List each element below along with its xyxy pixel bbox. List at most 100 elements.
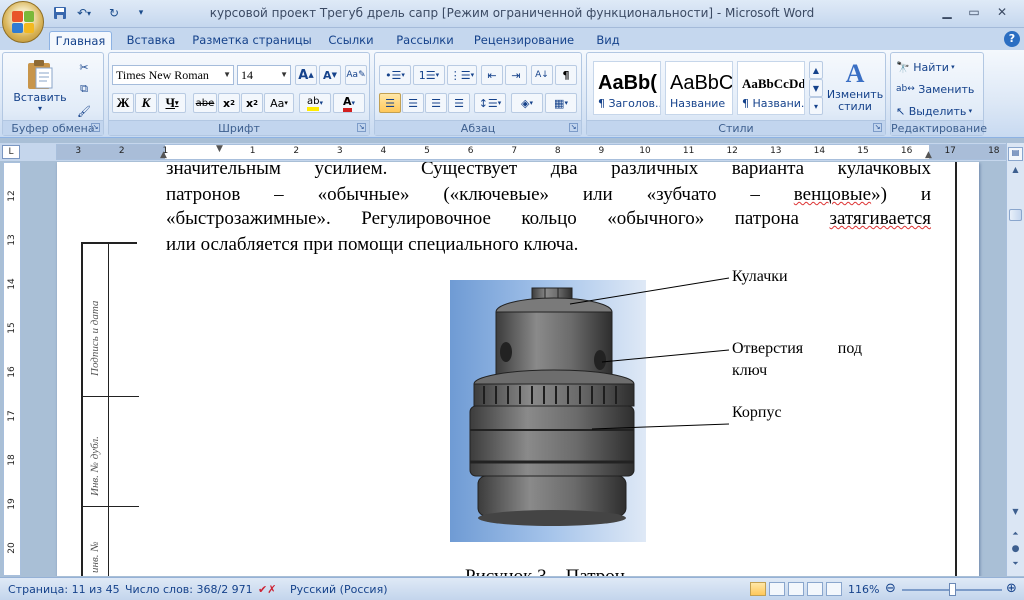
- callout-jaws: Кулачки: [732, 268, 788, 285]
- draft-icon[interactable]: [826, 582, 842, 596]
- select-button[interactable]: ↖ Выделить ▾: [895, 101, 981, 121]
- numbering-icon[interactable]: 1☰ ▾: [413, 65, 445, 85]
- scroll-down-icon[interactable]: ▼: [1008, 507, 1023, 521]
- clipboard-launcher-icon[interactable]: ↘: [91, 123, 100, 132]
- styles-scroll-up-icon[interactable]: ▲: [809, 61, 823, 79]
- previous-page-icon[interactable]: ⏶: [1008, 529, 1023, 542]
- shrink-font-icon[interactable]: A ▼: [319, 65, 341, 85]
- replace-button[interactable]: ab↔ Заменить: [895, 79, 981, 99]
- close-button[interactable]: ✕: [990, 3, 1014, 21]
- spelling-flagged-word[interactable]: венцовые: [794, 184, 871, 205]
- ruler-number: 17: [944, 146, 956, 156]
- zoom-in-icon[interactable]: ⊕: [1006, 581, 1017, 596]
- text-line-4: или ослабляется при помощи специального …: [166, 234, 579, 255]
- left-indent-icon[interactable]: ▲: [160, 150, 167, 160]
- grow-font-icon[interactable]: A ▲: [295, 65, 317, 85]
- increase-indent-icon[interactable]: ⇥: [505, 65, 527, 85]
- decrease-indent-icon[interactable]: ⇤: [481, 65, 503, 85]
- change-styles-button[interactable]: A Изменить стили: [825, 55, 885, 117]
- underline-icon[interactable]: Ч ▾: [158, 93, 186, 113]
- font-size-combo[interactable]: 14 ▼: [237, 65, 291, 85]
- paragraph-launcher-icon[interactable]: ↘: [569, 123, 578, 132]
- help-icon[interactable]: ?: [1004, 31, 1020, 47]
- tab-insert[interactable]: Вставка: [120, 31, 182, 50]
- print-layout-icon[interactable]: [750, 582, 766, 596]
- find-label: Найти: [913, 60, 949, 74]
- copy-icon[interactable]: ⧉: [73, 79, 95, 99]
- zoom-slider-thumb[interactable]: [949, 583, 956, 596]
- word-count[interactable]: Число слов: 368/2 971: [125, 583, 253, 596]
- line-spacing-icon[interactable]: ↕☰ ▾: [474, 93, 506, 113]
- highlight-icon[interactable]: ab ▾: [299, 93, 331, 113]
- style-title[interactable]: AaBbC( Название: [665, 61, 733, 115]
- font-name-combo[interactable]: Times New Roman ▼: [112, 65, 234, 85]
- tab-page-layout[interactable]: Разметка страницы: [192, 31, 312, 50]
- superscript-icon[interactable]: x2: [241, 93, 263, 113]
- office-button[interactable]: [2, 1, 44, 43]
- select-label: Выделить: [908, 104, 967, 118]
- zoom-out-icon[interactable]: ⊖: [885, 581, 896, 596]
- ruler-number: 2: [118, 146, 125, 156]
- zoom-level[interactable]: 116%: [848, 583, 879, 596]
- minimize-button[interactable]: ▁: [935, 3, 959, 21]
- strikethrough-icon[interactable]: abe: [193, 93, 217, 113]
- page-counter[interactable]: Страница: 11 из 45: [8, 583, 120, 596]
- styles-launcher-icon[interactable]: ↘: [873, 123, 882, 132]
- align-center-icon[interactable]: ☰: [402, 93, 424, 113]
- web-layout-icon[interactable]: [788, 582, 804, 596]
- ruler-number: 1: [249, 146, 256, 156]
- view-ruler-icon[interactable]: ▤: [1008, 147, 1023, 161]
- vertical-scrollbar[interactable]: ▤ ▲ ▼ ⏶ ● ⏷: [1006, 143, 1024, 576]
- ruler-number: 16: [7, 366, 17, 378]
- paste-button[interactable]: Вставить ▾: [9, 57, 71, 115]
- bullets-icon[interactable]: •☰ ▾: [379, 65, 411, 85]
- styles-more-icon[interactable]: ▾: [809, 97, 823, 115]
- italic-icon[interactable]: К: [135, 93, 157, 113]
- scroll-thumb[interactable]: [1009, 209, 1022, 221]
- ribbon: Вставить ▾ ✂ ⧉ 🖌 Буфер обмена ↘ Times Ne…: [0, 50, 1024, 138]
- first-line-indent-icon[interactable]: ▼: [216, 144, 223, 154]
- next-page-icon[interactable]: ⏷: [1008, 559, 1023, 572]
- justify-icon[interactable]: ☰: [448, 93, 470, 113]
- style-caption[interactable]: AaBbCcDd ¶ Названи...: [737, 61, 805, 115]
- find-button[interactable]: 🔭 Найти ▾: [895, 57, 981, 77]
- browse-object-icon[interactable]: ●: [1008, 544, 1023, 557]
- proofing-icon[interactable]: ✔✗: [258, 583, 276, 596]
- shading-icon[interactable]: ◈ ▾: [511, 93, 543, 113]
- vertical-ruler[interactable]: 12 13 14 15 16 17 18 19 20: [3, 162, 21, 576]
- tab-mailings[interactable]: Рассылки: [390, 31, 460, 50]
- document-area[interactable]: Подпись и дата Инв. № дубл. Взам. инв. №…: [23, 162, 1006, 576]
- change-case-icon[interactable]: Aa ▾: [264, 93, 294, 113]
- subscript-icon[interactable]: x2: [218, 93, 240, 113]
- borders-icon[interactable]: ▦ ▾: [545, 93, 577, 113]
- font-color-icon[interactable]: A ▾: [333, 93, 365, 113]
- tab-references[interactable]: Ссылки: [322, 31, 380, 50]
- scroll-up-icon[interactable]: ▲: [1008, 165, 1023, 179]
- chuck-figure[interactable]: [450, 280, 646, 542]
- tab-review[interactable]: Рецензирование: [470, 31, 578, 50]
- ruler-number: 12: [7, 190, 17, 202]
- tab-home[interactable]: Главная: [49, 31, 112, 50]
- format-painter-icon[interactable]: 🖌: [73, 101, 95, 121]
- tab-selector-icon[interactable]: L: [2, 145, 20, 159]
- outline-icon[interactable]: [807, 582, 823, 596]
- spelling-flagged-word[interactable]: затягивается: [830, 208, 932, 229]
- align-right-icon[interactable]: ☰: [425, 93, 447, 113]
- clear-formatting-icon[interactable]: Aa✎: [345, 65, 367, 85]
- styles-scroll-down-icon[interactable]: ▼: [809, 79, 823, 97]
- style-heading[interactable]: AaBb( ¶ Заголов...: [593, 61, 661, 115]
- show-marks-icon[interactable]: ¶: [555, 65, 577, 85]
- cut-icon[interactable]: ✂: [73, 57, 95, 77]
- horizontal-ruler[interactable]: 3 2 1 1 2 3 4 5 6 7 8 9 10 11 12 13 14 15 16 17 18 ▼ ▲ ▲: [56, 144, 1006, 160]
- tab-view[interactable]: Вид: [588, 31, 628, 50]
- multilevel-list-icon[interactable]: ⋮☰ ▾: [447, 65, 477, 85]
- bold-icon[interactable]: Ж: [112, 93, 134, 113]
- sort-icon[interactable]: А↓: [531, 65, 553, 85]
- language-indicator[interactable]: Русский (Россия): [290, 583, 388, 596]
- full-screen-reading-icon[interactable]: [769, 582, 785, 596]
- right-indent-icon[interactable]: ▲: [925, 150, 932, 160]
- font-launcher-icon[interactable]: ↘: [357, 123, 366, 132]
- align-left-icon[interactable]: ☰: [379, 93, 401, 113]
- maximize-button[interactable]: ▭: [962, 3, 986, 21]
- page[interactable]: Подпись и дата Инв. № дубл. Взам. инв. №…: [57, 162, 979, 576]
